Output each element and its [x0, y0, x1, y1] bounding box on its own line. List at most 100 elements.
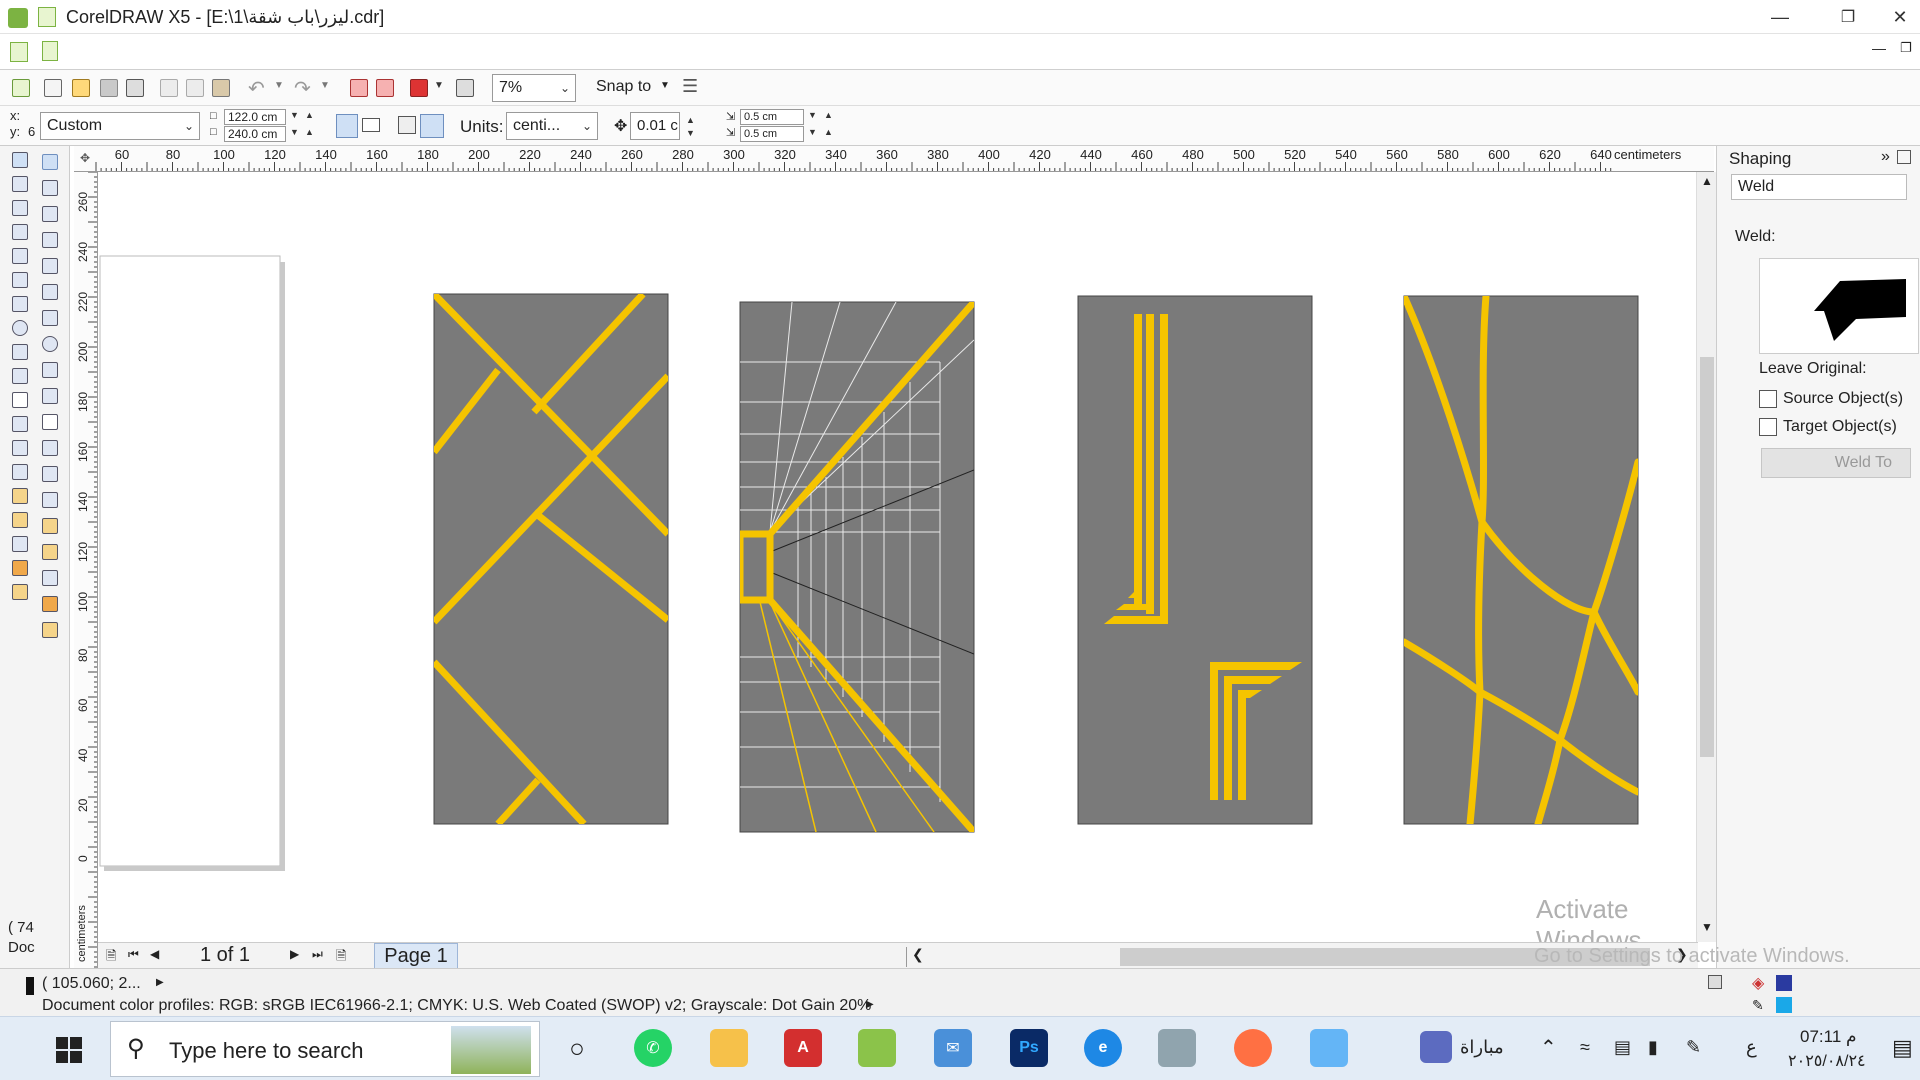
restore-button[interactable]: ❐: [1820, 0, 1876, 34]
open-icon[interactable]: [72, 79, 90, 97]
dupy-up-icon[interactable]: ▲: [824, 127, 833, 137]
blend-tool-icon[interactable]: [12, 488, 28, 504]
freehand-tool-icon[interactable]: [12, 248, 28, 264]
news-label[interactable]: مباراة: [1460, 1037, 1504, 1058]
battery-icon[interactable]: ▮: [1648, 1037, 1658, 1058]
paint-icon[interactable]: [1310, 1029, 1348, 1067]
text-tool-icon-2[interactable]: [42, 414, 58, 430]
notifications-icon[interactable]: ▤: [1892, 1035, 1913, 1061]
undo-dropdown-icon[interactable]: ▼: [274, 80, 284, 91]
input-language[interactable]: ع: [1746, 1037, 1757, 1058]
profiles-expand-icon[interactable]: ▶: [866, 999, 874, 1010]
nudge-distance-input[interactable]: 0.01 c: [630, 112, 680, 140]
redo-dropdown-icon[interactable]: ▼: [320, 80, 330, 91]
scroll-down-icon[interactable]: ▼: [1701, 920, 1713, 934]
redo-icon[interactable]: ↷: [294, 76, 311, 101]
doc-icon-1[interactable]: [10, 42, 28, 62]
add-page-after-icon[interactable]: 🗎: [336, 947, 346, 969]
page-width-input[interactable]: 122.0 cm: [224, 109, 286, 125]
fill-tool-icon[interactable]: [12, 560, 28, 576]
app-launcher-dropdown-icon[interactable]: ▼: [434, 80, 444, 91]
nudge-down-icon[interactable]: ▼: [686, 128, 695, 138]
options-icon[interactable]: ☰: [682, 76, 698, 97]
doc-icon-2[interactable]: [42, 41, 58, 61]
interactive-fill-tool-icon[interactable]: [12, 584, 28, 600]
outline-color-swatch[interactable]: [1776, 997, 1792, 1013]
new-from-template-icon[interactable]: [44, 79, 62, 97]
duplicate-distance-y-input[interactable]: 0.5 cm: [740, 126, 804, 142]
zoom-tool-icon[interactable]: [12, 224, 28, 240]
minimize-button[interactable]: —: [1752, 0, 1808, 34]
shaping-mode-select[interactable]: Weld: [1731, 174, 1907, 200]
zoom-level-combo[interactable]: 7% ⌄: [492, 74, 576, 102]
whatsapp-icon[interactable]: ✆: [634, 1029, 672, 1067]
scroll-up-icon[interactable]: ▲: [1701, 174, 1713, 188]
clock-time[interactable]: 07:11 م: [1800, 1027, 1857, 1047]
fill-color-swatch[interactable]: [1776, 975, 1792, 991]
connector-tool-icon-2[interactable]: [42, 492, 58, 508]
mail-icon[interactable]: ✉: [934, 1029, 972, 1067]
page-height-input[interactable]: 240.0 cm: [224, 126, 286, 142]
portrait-button[interactable]: [336, 114, 358, 138]
drawing-page[interactable]: [99, 255, 281, 867]
dimension-tool-icon-2[interactable]: [42, 466, 58, 482]
smart-fill-tool-icon[interactable]: [12, 272, 28, 288]
current-page-icon[interactable]: [420, 114, 444, 138]
zoom-tool-icon-2[interactable]: [42, 232, 58, 248]
fill-tool-icon-2[interactable]: [42, 596, 58, 612]
weld-to-button[interactable]: Weld To: [1761, 448, 1911, 478]
computer-icon[interactable]: [1158, 1029, 1196, 1067]
nudge-up-icon[interactable]: ▲: [686, 115, 695, 125]
coreldraw-taskbar-icon[interactable]: [858, 1029, 896, 1067]
page-tab[interactable]: Page 1: [374, 943, 458, 969]
cut-icon[interactable]: [160, 79, 178, 97]
drawing-svg[interactable]: [98, 172, 1698, 942]
height-spin-down-icon[interactable]: ▼: [290, 127, 299, 137]
firefox-icon[interactable]: [1234, 1029, 1272, 1067]
door-design-3[interactable]: [1077, 295, 1313, 825]
task-view-icon[interactable]: ○: [558, 1029, 596, 1067]
interactive-fill-tool-icon-2[interactable]: [42, 622, 58, 638]
shape-tool-icon-2[interactable]: [42, 180, 58, 196]
dupy-down-icon[interactable]: ▼: [808, 127, 817, 137]
drawing-canvas[interactable]: Activate Windows: [98, 172, 1698, 942]
network-icon[interactable]: ▤: [1614, 1037, 1631, 1058]
crop-tool-icon[interactable]: [12, 200, 28, 216]
dimension-tool-icon[interactable]: [12, 440, 28, 456]
height-spin-up-icon[interactable]: ▲: [305, 127, 314, 137]
vertical-scroll-thumb[interactable]: [1700, 357, 1714, 757]
scroll-left-icon[interactable]: ❮: [912, 946, 924, 963]
page-preset-combo[interactable]: Custom ⌄: [40, 112, 200, 140]
pick-tool-icon[interactable]: [12, 152, 28, 168]
rectangle-tool-icon-2[interactable]: [42, 310, 58, 326]
file-explorer-icon[interactable]: [710, 1029, 748, 1067]
new-icon[interactable]: [12, 79, 30, 97]
ellipse-tool-icon[interactable]: [12, 320, 28, 336]
landscape-button[interactable]: [362, 118, 380, 132]
basic-shapes-tool-icon[interactable]: [12, 368, 28, 384]
edge-icon[interactable]: e: [1084, 1029, 1122, 1067]
dupx-up-icon[interactable]: ▲: [824, 110, 833, 120]
doc-restore-icon[interactable]: ❐: [1900, 40, 1912, 56]
source-objects-checkbox[interactable]: [1759, 390, 1777, 408]
taskbar-search-box[interactable]: ⚲ Type here to search: [110, 1021, 540, 1077]
smart-fill-tool-icon-2[interactable]: [42, 284, 58, 300]
print-icon[interactable]: [126, 79, 144, 97]
docker-menu-icon[interactable]: [1897, 150, 1911, 164]
coreldraw-app-icon[interactable]: [8, 8, 28, 28]
pick-tool-icon-2[interactable]: [42, 154, 58, 170]
target-objects-checkbox[interactable]: [1759, 418, 1777, 436]
color-settings-icon[interactable]: [1708, 975, 1722, 989]
import-icon[interactable]: [350, 79, 368, 97]
door-design-4[interactable]: [1403, 295, 1639, 825]
welcome-screen-icon[interactable]: [456, 79, 474, 97]
basic-shapes-tool-icon-2[interactable]: [42, 388, 58, 404]
freehand-tool-icon-2[interactable]: [42, 258, 58, 274]
save-icon[interactable]: [100, 79, 118, 97]
vertical-ruler[interactable]: 260 240 220 200 180 160 140 120 100 80 6…: [74, 172, 98, 972]
door-design-1[interactable]: [433, 293, 669, 825]
acrobat-icon[interactable]: A: [784, 1029, 822, 1067]
duplicate-distance-x-input[interactable]: 0.5 cm: [740, 109, 804, 125]
snap-to-dropdown-icon[interactable]: ▼: [660, 80, 670, 91]
first-page-icon[interactable]: ⏮: [128, 947, 139, 962]
